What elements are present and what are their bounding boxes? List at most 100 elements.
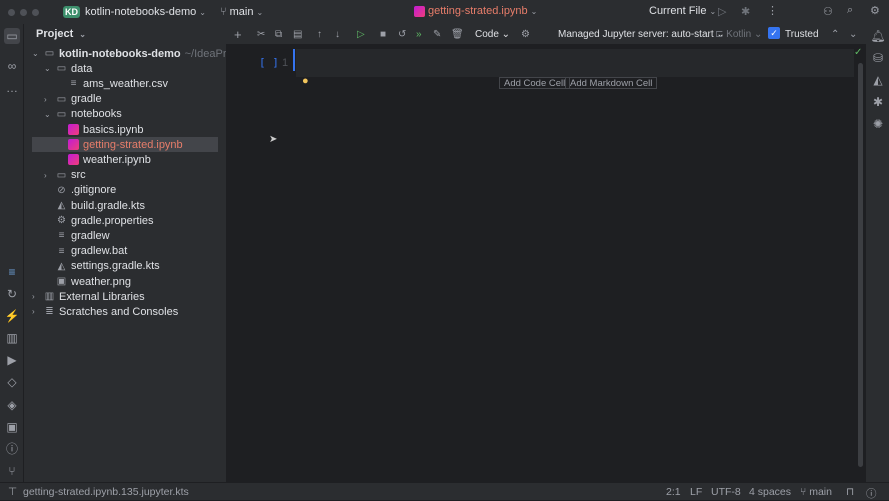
restart-icon[interactable]: ↺: [398, 29, 406, 40]
tree-item[interactable]: ◭ settings.gradle.kts: [44, 259, 160, 274]
cut-icon[interactable]: ✂: [257, 29, 265, 40]
ai-assistant-icon[interactable]: ✺: [870, 116, 886, 132]
add-cell-icon[interactable]: +: [234, 27, 242, 42]
bug-icon[interactable]: ✱: [870, 94, 886, 110]
tree-item[interactable]: weather.ipynb: [56, 152, 151, 167]
search-icon[interactable]: ⌕: [847, 4, 853, 17]
terminal-icon[interactable]: ▣: [4, 419, 20, 435]
tree-item-label: basics.ipynb: [83, 123, 144, 136]
next-cell-icon[interactable]: ⌄: [849, 29, 857, 40]
gradle-tool-icon[interactable]: ◭: [870, 72, 886, 88]
more-tools-icon[interactable]: …: [4, 80, 20, 96]
settings-icon[interactable]: ⚙: [521, 29, 530, 40]
clear-outputs-icon[interactable]: ✎: [433, 29, 441, 40]
tree-item[interactable]: basics.ipynb: [56, 122, 144, 137]
run-panel-icon[interactable]: ▶: [4, 352, 20, 368]
problems-status-icon[interactable]: ⓘ: [866, 486, 877, 501]
expand-arrow-icon[interactable]: ⌄: [44, 64, 52, 73]
more-icon[interactable]: ⋮: [767, 4, 778, 17]
settings-icon[interactable]: ⚙: [870, 4, 880, 17]
tree-item[interactable]: ≡ gradlew.bat: [44, 244, 128, 259]
tree-item[interactable]: ⊘ .gitignore: [44, 183, 116, 198]
tree-item-label: build.gradle.kts: [71, 199, 145, 212]
run-cell-icon[interactable]: ▷: [357, 29, 365, 40]
code-cell[interactable]: [296, 49, 854, 77]
trusted-checkbox[interactable]: ✓: [768, 27, 780, 39]
tree-item[interactable]: ≡ ams_weather.csv: [56, 76, 168, 91]
chevron-down-icon: ⌄: [79, 29, 86, 39]
run-config-select[interactable]: Current File ⌄: [649, 5, 716, 17]
indent[interactable]: 4 spaces: [749, 486, 791, 498]
git-branch-status[interactable]: ⑂ main: [800, 486, 832, 498]
panel-header[interactable]: Project ⌄: [24, 24, 226, 44]
execution-marker[interactable]: [ ]: [259, 56, 279, 69]
expand-arrow-icon[interactable]: ›: [44, 171, 52, 180]
build-icon[interactable]: ⚡: [4, 308, 20, 324]
project-panel: Project ⌄ ⌄ ▭ kotlin-notebooks-demo ~/IdeaPr…: [24, 24, 241, 482]
encoding[interactable]: UTF-8: [711, 486, 741, 498]
line-separator[interactable]: LF: [690, 486, 702, 498]
server-select[interactable]: Managed Jupyter server: auto-start ⌄: [558, 29, 725, 40]
tree-item[interactable]: ⌄ ▭ kotlin-notebooks-demo ~/IdeaProje: [32, 46, 241, 61]
move-down-icon[interactable]: ↓: [335, 29, 340, 40]
server-label: Managed Jupyter server: auto-start: [558, 28, 714, 40]
cell-type-label: Code: [475, 28, 499, 40]
paste-icon[interactable]: ▤: [293, 29, 302, 40]
expand-arrow-icon[interactable]: ⌄: [32, 49, 40, 58]
status-file-path[interactable]: getting-strated.ipynb.135.jupyter.kts: [23, 486, 189, 498]
tree-item[interactable]: ▣ weather.png: [44, 274, 131, 289]
tree-item[interactable]: › ≣ Scratches and Consoles: [32, 304, 178, 319]
notifications-icon[interactable]: 🔔︎: [870, 28, 886, 44]
project-switcher[interactable]: kotlin-notebooks-demo ⌄: [85, 6, 206, 18]
tree-item[interactable]: ⌄ ▭ notebooks: [44, 107, 122, 122]
run-icon[interactable]: ▷: [718, 5, 726, 18]
expand-arrow-icon[interactable]: ›: [32, 292, 40, 301]
tree-item[interactable]: ⌄ ▭ data: [44, 61, 92, 76]
intention-bulb-icon[interactable]: ●: [302, 75, 309, 87]
move-up-icon[interactable]: ↑: [317, 29, 322, 40]
tree-item[interactable]: › ▥ External Libraries: [32, 289, 145, 304]
line-number: 1: [282, 57, 289, 69]
window-controls[interactable]: [8, 8, 39, 16]
kernel-label: Kotlin: [726, 28, 752, 40]
tree-item[interactable]: › ▭ src: [44, 168, 86, 183]
services-icon[interactable]: ◈: [4, 397, 20, 413]
caret-position[interactable]: 2:1: [666, 486, 681, 498]
debug-icon[interactable]: ✱: [741, 5, 750, 18]
editor-scrollbar[interactable]: [858, 63, 863, 467]
tree-item[interactable]: ◭ build.gradle.kts: [44, 198, 145, 213]
add-user-icon[interactable]: ⚇: [823, 5, 833, 18]
layers-icon[interactable]: ◇: [4, 374, 20, 390]
project-folder-icon[interactable]: ▭: [4, 28, 20, 44]
cell-type-select[interactable]: Code ⌄: [475, 29, 510, 40]
kernel-select[interactable]: ⊏ Kotlin ⌄: [715, 29, 762, 40]
run-all-icon[interactable]: »: [416, 29, 422, 40]
expand-arrow-icon[interactable]: ›: [44, 95, 52, 104]
tree-item[interactable]: ⚙ gradle.properties: [44, 213, 154, 228]
delete-icon[interactable]: 🗑: [451, 29, 464, 40]
jupyter-vars-icon[interactable]: ≡: [4, 264, 20, 280]
notebook-icon: [68, 139, 79, 151]
problems-icon[interactable]: ⓘ: [4, 441, 20, 457]
expand-arrow-icon[interactable]: ⌄: [44, 110, 52, 119]
folder-icon: ▭: [56, 63, 67, 75]
stop-icon[interactable]: ■: [380, 29, 386, 40]
lock-icon[interactable]: ⊓: [846, 486, 854, 498]
tree-item[interactable]: › ▭ gradle: [44, 92, 102, 107]
prev-cell-icon[interactable]: ⌃: [831, 29, 839, 40]
git-icon[interactable]: ⑂: [4, 463, 20, 479]
tree-item[interactable]: ≡ gradlew: [44, 228, 110, 243]
file-tab[interactable]: getting-strated.ipynb ⌄: [414, 5, 537, 17]
branch-switcher[interactable]: ⑂ main ⌄: [220, 6, 263, 18]
sync-icon[interactable]: ↻: [4, 286, 20, 302]
add-code-cell-button[interactable]: Add Code Cell: [499, 77, 571, 89]
cell-selection-bar: [293, 49, 295, 71]
file-name: getting-strated.ipynb: [428, 5, 528, 17]
expand-arrow-icon[interactable]: ›: [32, 307, 40, 316]
structure-icon[interactable]: ∞: [4, 58, 20, 74]
tree-item[interactable]: getting-strated.ipynb: [32, 137, 218, 153]
notebook-tool-icon[interactable]: ▥: [4, 330, 20, 346]
add-markdown-cell-button[interactable]: Add Markdown Cell: [565, 77, 658, 89]
database-icon[interactable]: ⛁: [870, 50, 886, 66]
copy-icon[interactable]: ⧉: [275, 29, 282, 40]
